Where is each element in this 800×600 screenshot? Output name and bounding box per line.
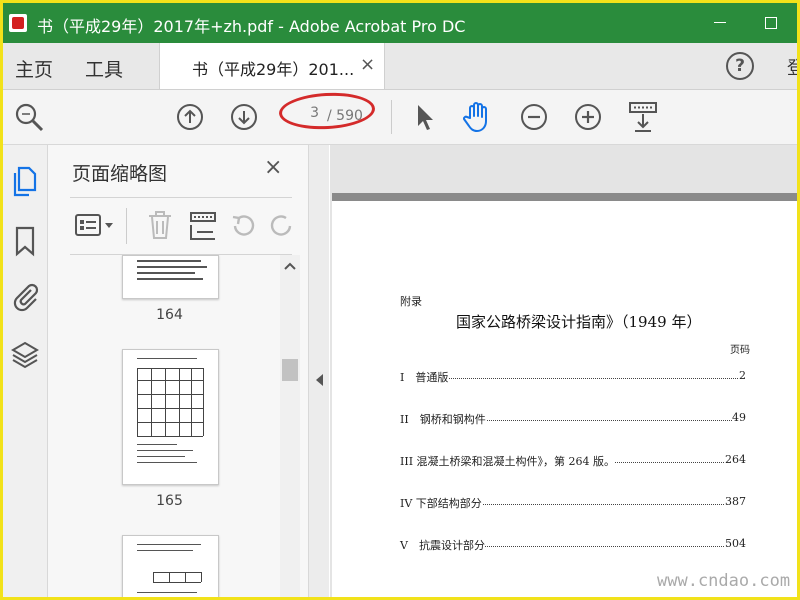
- panel-close-icon[interactable]: ×: [264, 155, 282, 180]
- toc-page: 264: [725, 453, 746, 466]
- next-page-icon[interactable]: [229, 102, 259, 132]
- title-bar: 书（平成29年）2017年+zh.pdf - Adobe Acrobat Pro…: [3, 3, 797, 43]
- delete-page-icon[interactable]: [146, 210, 174, 242]
- page-thumbnail[interactable]: [122, 349, 219, 485]
- panel-title: 页面缩略图: [72, 163, 168, 185]
- zoom-in-icon[interactable]: [573, 102, 603, 132]
- scroll-mode-icon[interactable]: [627, 100, 659, 134]
- tab-bar: 主页 工具 书（平成29年）201... × ? 登: [3, 43, 797, 90]
- toc-page: 504: [725, 537, 746, 550]
- pages-icon[interactable]: [11, 165, 39, 199]
- select-arrow-icon[interactable]: [413, 102, 437, 132]
- page-thumbnail[interactable]: [122, 255, 219, 299]
- thumbnail-list: 164 165: [48, 255, 282, 597]
- panel-collapse-handle[interactable]: [309, 145, 329, 597]
- toolbar-divider: [391, 100, 392, 134]
- toc-page: 49: [732, 411, 746, 424]
- window-title: 书（平成29年）2017年+zh.pdf - Adobe Acrobat Pro…: [37, 17, 466, 36]
- thumbnail-options-icon[interactable]: [74, 212, 116, 240]
- minimize-button[interactable]: [709, 11, 733, 35]
- red-annotation-ellipse: [278, 90, 376, 132]
- appendix-label: 附录: [400, 295, 422, 308]
- toc-entry: V 抗震设计部分 504: [400, 537, 746, 553]
- toolbar: 3 / 590: [3, 90, 797, 145]
- scrollbar-thumb[interactable]: [282, 359, 298, 381]
- toc-label: II 钢桥和钢构件: [400, 411, 486, 427]
- search-icon[interactable]: [13, 101, 45, 133]
- panel-toolbar: [70, 197, 292, 255]
- rotate-right-icon[interactable]: [268, 210, 294, 242]
- page-thumbnails-panel: 页面缩略图 × 164 165: [48, 145, 309, 597]
- toc-entry: III 混凝土桥梁和混凝土构件》，第 264 版。 264: [400, 453, 746, 469]
- bookmark-icon[interactable]: [13, 225, 37, 257]
- insert-page-icon[interactable]: [188, 210, 218, 242]
- toc-page: 387: [725, 495, 746, 508]
- layers-icon[interactable]: [10, 339, 40, 371]
- close-tab-icon[interactable]: ×: [360, 54, 375, 75]
- site-watermark: www.cndao.com: [657, 571, 791, 591]
- page-top-edge: [332, 193, 797, 201]
- zoom-out-icon[interactable]: [519, 102, 549, 132]
- collapse-arrow-icon[interactable]: [315, 373, 325, 387]
- page-column-header: 页码: [730, 345, 750, 356]
- attachment-icon[interactable]: [11, 281, 39, 313]
- hand-tool-icon[interactable]: [461, 100, 495, 134]
- thumbnail-page-number: 164: [156, 307, 183, 323]
- tab-document[interactable]: 书（平成29年）201... ×: [159, 43, 385, 89]
- scroll-up-icon[interactable]: [283, 261, 297, 271]
- toc-entry: I 普通版 2: [400, 369, 746, 385]
- toc-label: I 普通版: [400, 369, 449, 385]
- document-page: 附录 国家公路桥梁设计指南》（1949 年） 页码 I 普通版 2 II 钢桥和…: [332, 193, 797, 597]
- tab-tools[interactable]: 工具: [85, 55, 123, 82]
- tab-home[interactable]: 主页: [15, 55, 53, 82]
- document-tab-label: 书（平成29年）201...: [192, 60, 355, 79]
- toc-page: 2: [739, 369, 746, 382]
- toc-entry: II 钢桥和钢构件 49: [400, 411, 746, 427]
- panel-toolbar-divider: [126, 208, 127, 244]
- toc-label: IV 下部结构部分: [400, 495, 482, 511]
- rotate-left-icon[interactable]: [228, 210, 258, 242]
- toc-entry: IV 下部结构部分 387: [400, 495, 746, 511]
- acrobat-app-icon: [9, 14, 27, 32]
- page-thumbnail[interactable]: [122, 535, 219, 597]
- app-frame: 书（平成29年）2017年+zh.pdf - Adobe Acrobat Pro…: [0, 0, 800, 600]
- document-viewer[interactable]: 附录 国家公路桥梁设计指南》（1949 年） 页码 I 普通版 2 II 钢桥和…: [330, 145, 797, 597]
- toc-label: V 抗震设计部分: [400, 537, 485, 553]
- previous-page-icon[interactable]: [175, 102, 205, 132]
- left-navigation-rail: [3, 145, 48, 597]
- maximize-button[interactable]: [759, 11, 783, 35]
- thumbnail-scrollbar[interactable]: [280, 255, 300, 597]
- sign-in-button[interactable]: 登: [787, 54, 797, 80]
- toc-label: III 混凝土桥梁和混凝土构件》，第 264 版。: [400, 453, 616, 469]
- document-heading: 国家公路桥梁设计指南》（1949 年）: [456, 313, 702, 331]
- thumbnail-page-number: 165: [156, 493, 183, 509]
- help-icon[interactable]: ?: [726, 52, 754, 80]
